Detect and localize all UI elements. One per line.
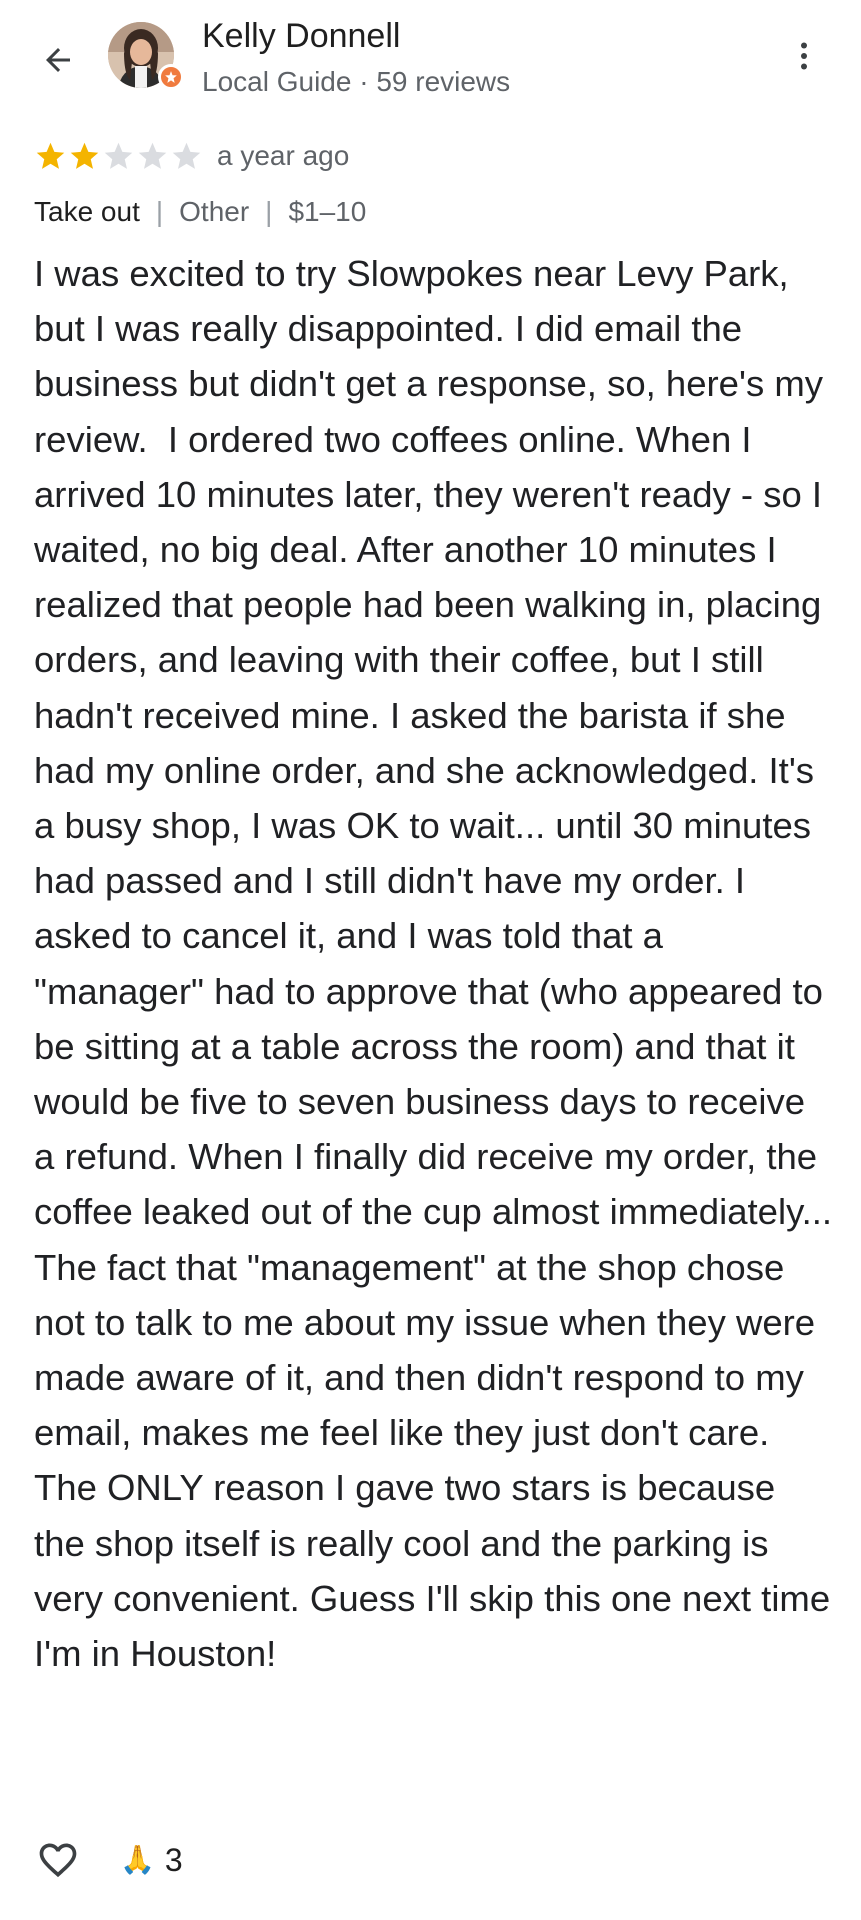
- folded-hands-emoji-icon: 🙏: [120, 1844, 155, 1875]
- tag-service-type: Take out: [34, 196, 140, 227]
- reviewer-meta: Local Guide · 59 reviews: [202, 66, 511, 97]
- review-actions: 🙏 3: [34, 1832, 183, 1888]
- star-empty-icon: [138, 142, 167, 169]
- star-filled-icon: [70, 142, 99, 169]
- reviewer-avatar-group[interactable]: [108, 22, 184, 90]
- tag-price: $1–10: [288, 196, 367, 227]
- rating-row: a year ago: [34, 136, 349, 176]
- more-options-button[interactable]: [780, 30, 828, 82]
- like-button[interactable]: [34, 1836, 82, 1884]
- tag-separator: |: [265, 196, 273, 227]
- local-guide-badge-icon: [158, 64, 184, 90]
- reviewer-name[interactable]: Kelly Donnell: [202, 14, 400, 58]
- star-filled-icon: [36, 142, 65, 169]
- heart-outline-icon: [39, 1843, 77, 1878]
- tag-separator: |: [155, 196, 164, 227]
- star-empty-icon: [172, 142, 201, 169]
- reaction-button[interactable]: 🙏 3: [120, 1842, 183, 1879]
- arrow-back-icon: [46, 48, 70, 72]
- star-rating: [34, 140, 203, 173]
- star-empty-icon: [104, 142, 133, 169]
- review-text: I was excited to try Slowpokes near Levy…: [34, 253, 842, 1675]
- reaction-count: 3: [164, 1841, 183, 1878]
- review-date: a year ago: [217, 140, 350, 171]
- review-header: Kelly Donnell Local Guide · 59 reviews: [0, 0, 861, 120]
- back-button[interactable]: [30, 32, 86, 88]
- more-vert-icon: [801, 42, 807, 70]
- review-tags: Take out | Other | $1–10: [34, 192, 366, 232]
- tag-meal-type: Other: [179, 196, 250, 227]
